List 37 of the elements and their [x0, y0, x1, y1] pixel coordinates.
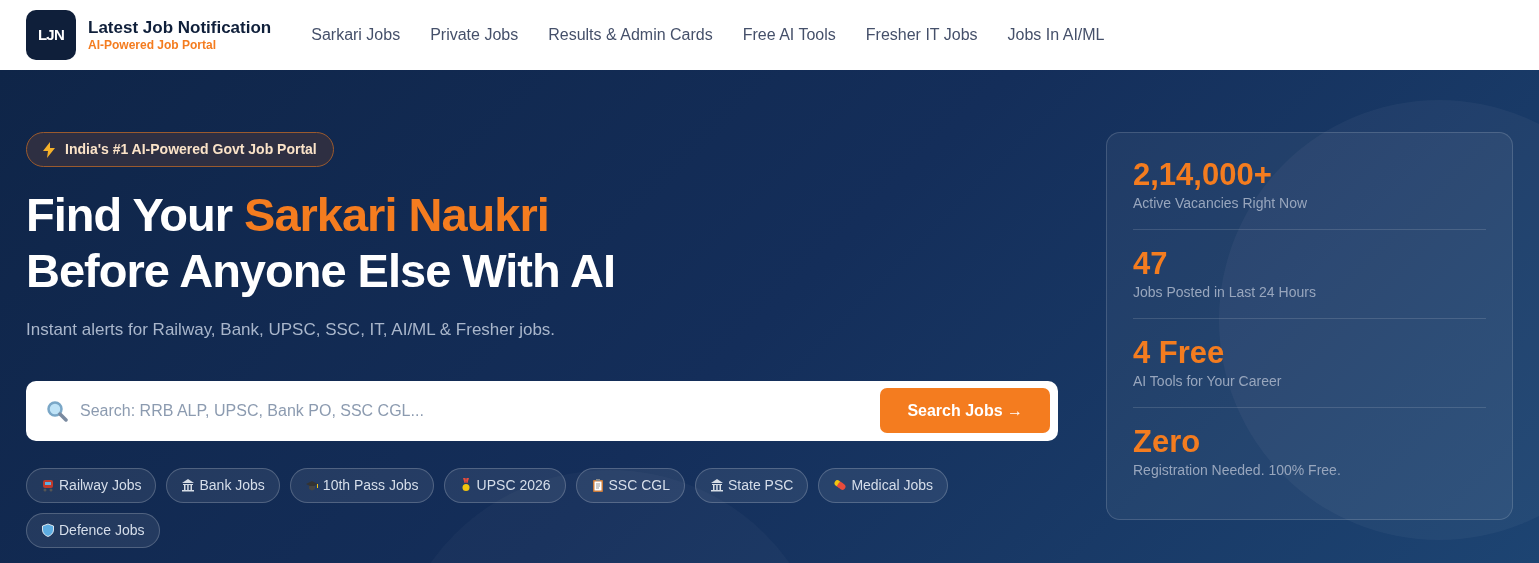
shield-icon	[41, 523, 55, 537]
stat-value: 4 Free	[1133, 335, 1226, 371]
stat-label: Active Vacancies Right Now	[1133, 194, 1309, 213]
stat-value: Zero	[1133, 424, 1202, 460]
stat-value: 2,14,000+	[1133, 157, 1273, 193]
category-chip[interactable]: UPSC 2026	[443, 467, 566, 503]
stat-value: 47	[1133, 246, 1169, 282]
nav-link[interactable]: Free AI Tools	[742, 23, 836, 47]
search-icon	[46, 399, 68, 422]
hero-subtitle: Instant alerts for Railway, Bank, UPSC, SSC, IT, AI/ML & Fresher jobs.	[26, 319, 557, 341]
bank-icon	[710, 478, 724, 492]
clipboard-icon	[590, 478, 605, 492]
category-chip[interactable]: State PSC	[695, 467, 809, 503]
train-icon	[41, 478, 55, 492]
nav-link[interactable]: Jobs In AI/ML	[1007, 23, 1105, 47]
bank-icon	[181, 478, 196, 492]
nav-link[interactable]: Private Jobs	[430, 23, 519, 47]
category-chip[interactable]: SSC CGL	[575, 467, 685, 503]
category-chip[interactable]: 10th Pass Jobs	[289, 467, 434, 503]
nav-link[interactable]: Fresher IT Jobs	[865, 23, 978, 47]
stat-label: Registration Needed. 100% Free.	[1133, 461, 1342, 480]
category-chip[interactable]: Medical Jobs	[818, 467, 949, 503]
category-chip[interactable]: Bank Jobs	[166, 467, 280, 503]
stat-label: AI Tools for Your Career	[1133, 372, 1283, 391]
nav-link[interactable]: Results & Admin Cards	[548, 23, 713, 47]
pill-icon	[833, 478, 848, 492]
badge-text: India's #1 AI-Powered Govt Job Portal	[65, 140, 317, 159]
site-title: Latest Job Notification	[88, 16, 272, 39]
category-chip[interactable]: Defence Jobs	[26, 512, 160, 548]
stat-label: Jobs Posted in Last 24 Hours	[1133, 283, 1317, 302]
logo[interactable]: LJN	[26, 10, 76, 60]
hero-heading: Find Your Sarkari Naukri Before Anyone Else With AI	[26, 187, 617, 299]
site-tagline: AI-Powered Job Portal	[88, 38, 218, 54]
lightning-icon	[43, 141, 55, 158]
nav-link[interactable]: Sarkari Jobs	[311, 23, 401, 47]
graduation-cap-icon	[304, 478, 319, 492]
category-chip[interactable]: Railway Jobs	[26, 467, 157, 503]
